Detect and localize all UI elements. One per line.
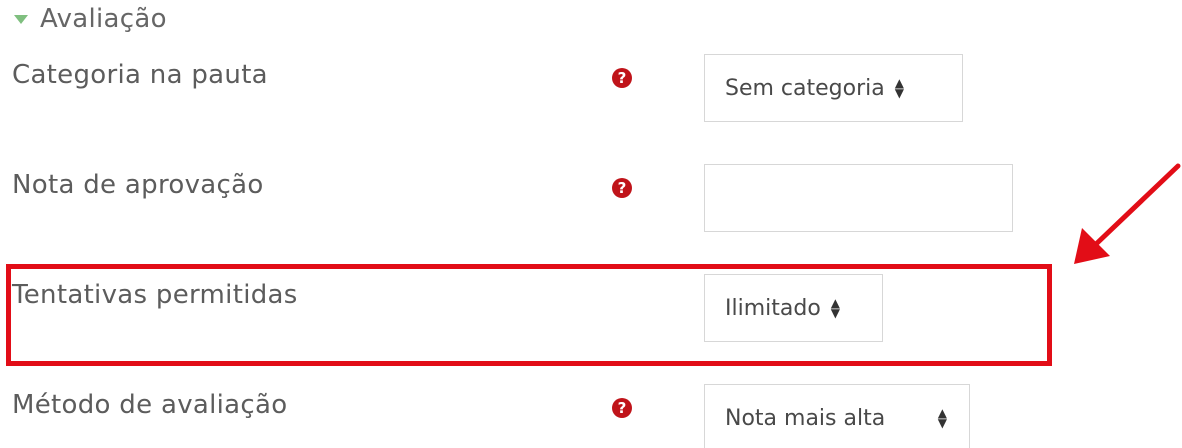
section-header-avaliacao[interactable]: Avaliação (14, 4, 167, 34)
metodo-label: Método de avaliação (12, 390, 288, 420)
nota-aprovacao-label: Nota de aprovação (12, 170, 264, 200)
metodo-select[interactable]: Nota mais alta ▲ ▼ (704, 384, 970, 448)
question-circle-icon[interactable]: ? (612, 178, 632, 198)
section-title: Avaliação (40, 4, 167, 34)
red-arrow-icon (1074, 163, 1181, 264)
categoria-select-value: Sem categoria (725, 75, 885, 101)
highlight-box (6, 264, 1052, 366)
nota-aprovacao-input[interactable] (704, 164, 1013, 232)
metodo-select-value: Nota mais alta (725, 405, 886, 431)
triangle-down-icon (14, 14, 28, 24)
categoria-label: Categoria na pauta (12, 60, 268, 90)
question-circle-icon[interactable]: ? (612, 398, 632, 418)
categoria-select[interactable]: Sem categoria ▲ ▼ (704, 54, 963, 122)
sort-caret-icon: ▲ ▼ (894, 76, 904, 100)
sort-caret-icon: ▲ ▼ (937, 406, 947, 430)
question-circle-icon[interactable]: ? (612, 68, 632, 88)
